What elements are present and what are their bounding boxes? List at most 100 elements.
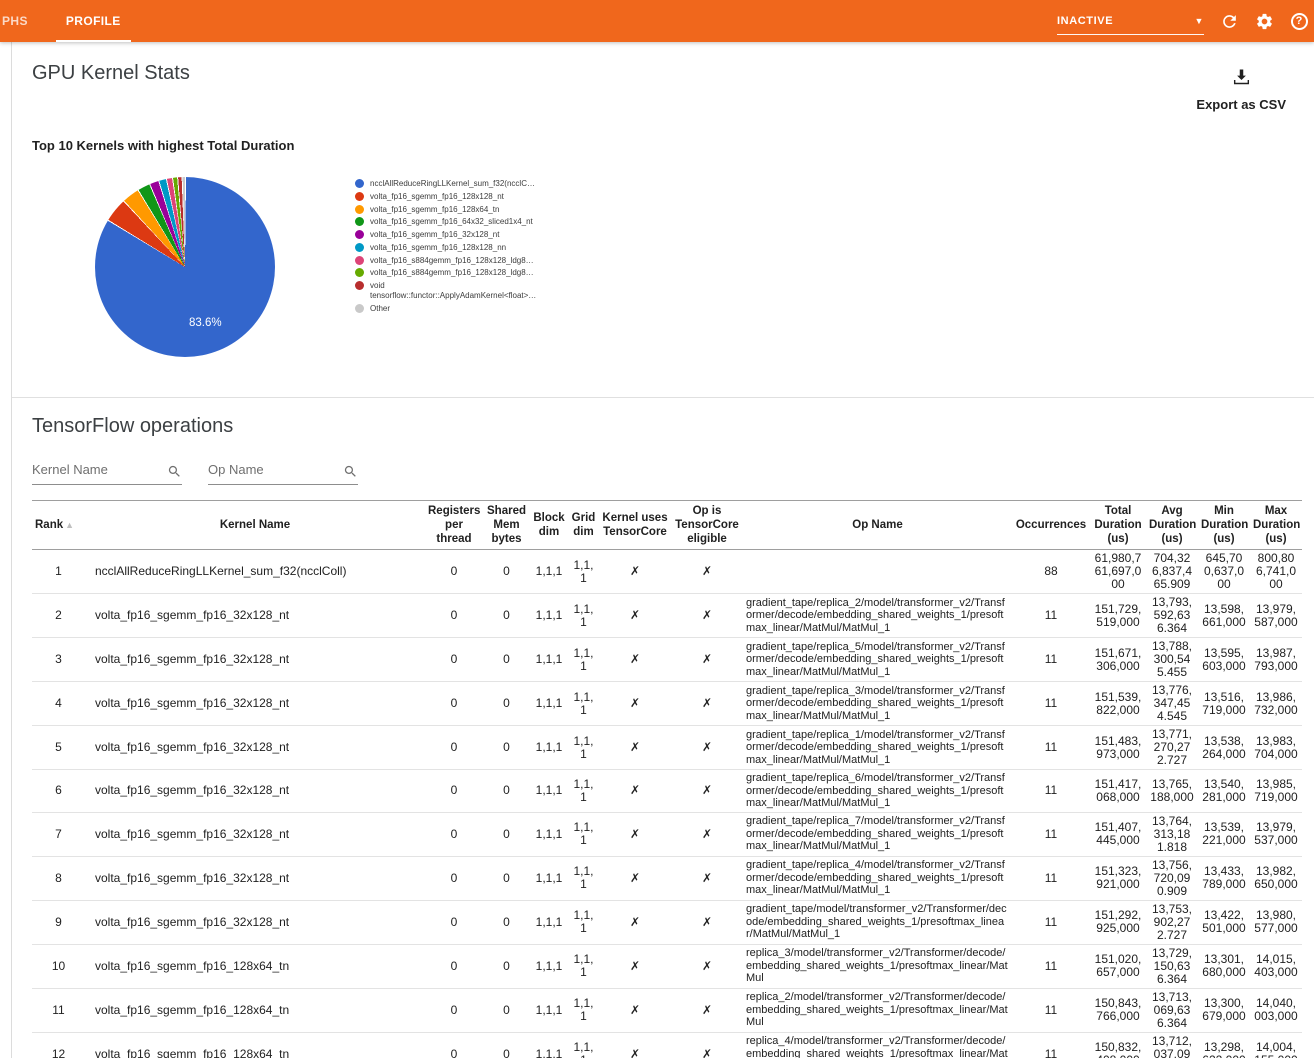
column-header-max[interactable]: Max Duration (us) <box>1250 501 1302 550</box>
legend-swatch-icon <box>355 243 364 252</box>
column-header-shared[interactable]: Shared Mem bytes <box>483 501 530 550</box>
cell-kernel: volta_fp16_sgemm_fp16_32x128_nt <box>85 594 425 638</box>
op-name-input[interactable] <box>208 462 334 477</box>
cell-block: 1,1,1 <box>530 726 568 770</box>
cell-registers: 0 <box>425 812 483 856</box>
legend-swatch-icon <box>355 304 364 313</box>
cell-block: 1,1,1 <box>530 988 568 1032</box>
cell-shared: 0 <box>483 638 530 682</box>
export-csv-button[interactable]: Export as CSV <box>1196 66 1286 112</box>
legend-swatch-icon <box>355 217 364 226</box>
cell-registers: 0 <box>425 682 483 726</box>
cell-grid: 1,1,1 <box>568 944 599 988</box>
cell-otc: ✗ <box>671 770 743 813</box>
cell-grid: 1,1,1 <box>568 812 599 856</box>
cell-block: 1,1,1 <box>530 812 568 856</box>
column-header-occ[interactable]: Occurrences <box>1012 501 1090 550</box>
legend-swatch-icon <box>355 268 364 277</box>
cell-op: gradient_tape/model/transformer_v2/Trans… <box>743 900 1012 944</box>
cell-op: gradient_tape/replica_5/model/transforme… <box>743 638 1012 682</box>
cell-block: 1,1,1 <box>530 594 568 638</box>
table-row: 3volta_fp16_sgemm_fp16_32x128_nt001,1,11… <box>32 638 1302 682</box>
cell-ktc: ✗ <box>599 856 671 900</box>
column-header-block[interactable]: Block dim <box>530 501 568 550</box>
legend-label: volta_fp16_sgemm_fp16_128x128_nt <box>370 192 504 202</box>
cell-min: 13,516,719,000 <box>1198 682 1250 726</box>
cell-rank: 4 <box>32 682 85 726</box>
cell-grid: 1,1,1 <box>568 900 599 944</box>
kernel-name-input[interactable] <box>32 462 158 477</box>
cell-otc: ✗ <box>671 812 743 856</box>
cell-max: 13,985,719,000 <box>1250 770 1302 813</box>
cell-registers: 0 <box>425 638 483 682</box>
cell-avg: 13,788,300,545.455 <box>1146 638 1198 682</box>
legend-label: volta_fp16_sgemm_fp16_64x32_sliced1x4_nt <box>370 217 533 227</box>
cell-grid: 1,1,1 <box>568 594 599 638</box>
cell-kernel: volta_fp16_sgemm_fp16_128x64_tn <box>85 944 425 988</box>
active-tab-underline <box>56 40 131 42</box>
table-row: 4volta_fp16_sgemm_fp16_32x128_nt001,1,11… <box>32 682 1302 726</box>
cell-kernel: volta_fp16_sgemm_fp16_32x128_nt <box>85 812 425 856</box>
column-header-otc[interactable]: Op is TensorCore eligible <box>671 501 743 550</box>
pie-slice-label: 83.6% <box>189 317 222 329</box>
cell-total: 151,292,925,000 <box>1090 900 1146 944</box>
cell-total: 151,671,306,000 <box>1090 638 1146 682</box>
cell-total: 150,843,766,000 <box>1090 988 1146 1032</box>
table-row: 8volta_fp16_sgemm_fp16_32x128_nt001,1,11… <box>32 856 1302 900</box>
op-name-filter <box>208 461 358 485</box>
run-status-dropdown[interactable]: INACTIVE ▼ <box>1057 15 1204 35</box>
cell-block: 1,1,1 <box>530 770 568 813</box>
column-header-avg[interactable]: Avg Duration (us) <box>1146 501 1198 550</box>
settings-button[interactable] <box>1254 11 1274 31</box>
cell-block: 1,1,1 <box>530 900 568 944</box>
cell-grid: 1,1,1 <box>568 550 599 594</box>
refresh-button[interactable] <box>1219 11 1239 31</box>
cell-avg: 13,776,347,454.545 <box>1146 682 1198 726</box>
column-header-registers[interactable]: Registers per thread <box>425 501 483 550</box>
legend-item: volta_fp16_sgemm_fp16_128x128_nn <box>355 243 555 253</box>
table-filters <box>32 461 1314 485</box>
cell-avg: 13,712,037,090.909 <box>1146 1032 1198 1058</box>
cell-rank: 5 <box>32 726 85 770</box>
tab-graphs[interactable]: PHS <box>0 0 36 42</box>
table-body: 1ncclAllReduceRingLLKernel_sum_f32(ncclC… <box>32 550 1302 1058</box>
cell-min: 13,300,679,000 <box>1198 988 1250 1032</box>
cell-op: gradient_tape/replica_3/model/transforme… <box>743 682 1012 726</box>
legend-label: volta_fp16_sgemm_fp16_32x128_nt <box>370 230 499 240</box>
search-icon <box>167 464 182 479</box>
legend-swatch-icon <box>355 230 364 239</box>
help-button[interactable]: ? <box>1289 11 1309 31</box>
cell-registers: 0 <box>425 856 483 900</box>
column-header-ktc[interactable]: Kernel uses TensorCore <box>599 501 671 550</box>
cell-op: gradient_tape/replica_1/model/transforme… <box>743 726 1012 770</box>
table-head: Rank▲Kernel NameRegisters per threadShar… <box>32 501 1302 550</box>
cell-otc: ✗ <box>671 856 743 900</box>
column-header-kernel[interactable]: Kernel Name <box>85 501 425 550</box>
cell-min: 13,298,622,000 <box>1198 1032 1250 1058</box>
column-header-total[interactable]: Total Duration (us) <box>1090 501 1146 550</box>
column-header-rank[interactable]: Rank▲ <box>32 501 85 550</box>
cell-registers: 0 <box>425 770 483 813</box>
pie-chart[interactable]: 83.6% <box>95 177 275 357</box>
cell-rank: 10 <box>32 944 85 988</box>
table-header-row: Rank▲Kernel NameRegisters per threadShar… <box>32 501 1302 550</box>
column-header-min[interactable]: Min Duration (us) <box>1198 501 1250 550</box>
legend-label: volta_fp16_s884gemm_fp16_128x128_ldg8… <box>370 256 534 266</box>
column-header-grid[interactable]: Grid dim <box>568 501 599 550</box>
download-icon <box>1231 66 1252 87</box>
legend-item: volta_fp16_sgemm_fp16_64x32_sliced1x4_nt <box>355 217 555 227</box>
cell-kernel: volta_fp16_sgemm_fp16_32x128_nt <box>85 900 425 944</box>
cell-max: 13,982,650,000 <box>1250 856 1302 900</box>
tab-profile[interactable]: PROFILE <box>54 0 133 42</box>
export-csv-label: Export as CSV <box>1196 97 1286 112</box>
cell-min: 13,538,264,000 <box>1198 726 1250 770</box>
cell-total: 151,323,921,000 <box>1090 856 1146 900</box>
cell-op: gradient_tape/replica_6/model/transforme… <box>743 770 1012 813</box>
cell-occ: 11 <box>1012 812 1090 856</box>
legend-item: void tensorflow::functor::ApplyAdamKerne… <box>355 281 555 300</box>
cell-kernel: volta_fp16_sgemm_fp16_128x64_tn <box>85 1032 425 1058</box>
cell-kernel: volta_fp16_sgemm_fp16_32x128_nt <box>85 856 425 900</box>
help-icon: ? <box>1291 13 1308 30</box>
column-header-op[interactable]: Op Name <box>743 501 1012 550</box>
cell-avg: 13,765,188,000 <box>1146 770 1198 813</box>
